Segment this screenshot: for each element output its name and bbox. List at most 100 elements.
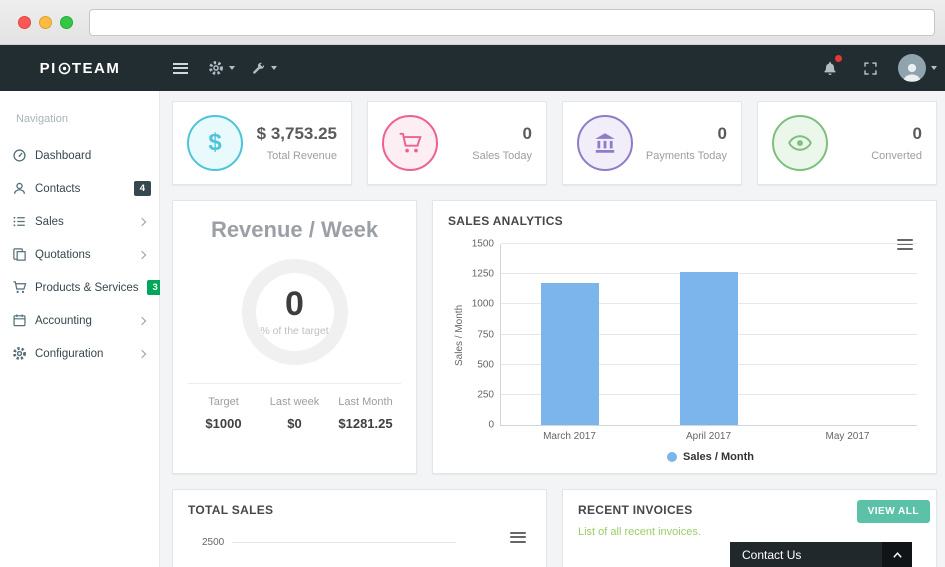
y-tick-label: 250 <box>477 389 494 401</box>
y-axis-label: Sales / Month <box>454 304 465 366</box>
window-minimize-button[interactable] <box>39 15 52 29</box>
revenue-stats: Target $1000 Last week $0 Last Month $12… <box>188 383 401 431</box>
view-all-button[interactable]: VIEW ALL <box>856 500 930 523</box>
gridline <box>501 243 917 244</box>
sales-chart-plot: 0 250 500 750 1000 1250 1500 <box>472 239 917 431</box>
stat-value: 0 <box>912 124 922 143</box>
url-bar[interactable] <box>89 8 935 36</box>
chevron-right-icon <box>137 349 147 358</box>
bar-march-2017 <box>541 282 600 425</box>
y-tick-label: 1250 <box>471 268 494 280</box>
chevron-right-icon <box>137 250 147 259</box>
brand-target-icon <box>58 62 71 74</box>
gear-icon <box>209 61 223 75</box>
y-tick-label: 500 <box>477 359 494 371</box>
person-icon <box>13 182 26 194</box>
window-close-button[interactable] <box>18 15 31 29</box>
sidebar-section-label: Navigation <box>16 113 68 125</box>
stat-label: Total Revenue <box>266 150 337 162</box>
gauge-value: 0 <box>285 285 304 323</box>
total-sales-card: TOTAL SALES 2500 <box>172 489 547 567</box>
sidebar-item-dashboard[interactable]: Dashboard <box>0 139 159 172</box>
revenue-last-week: Last week $0 <box>269 396 320 431</box>
x-tick-label: April 2017 <box>685 431 732 442</box>
chart-legend[interactable]: Sales / Month <box>500 451 921 463</box>
revenue-gauge: 0 % of the target <box>241 259 348 365</box>
revenue-target: Target $1000 <box>205 396 242 431</box>
total-sales-axis: 2500 <box>188 537 531 548</box>
stat-label: Converted <box>871 150 922 162</box>
bank-icon <box>577 115 633 171</box>
fullscreen-button[interactable] <box>850 45 890 91</box>
stat-label: Sales Today <box>472 150 532 162</box>
cart-icon <box>382 115 438 171</box>
sidebar-toggle-button[interactable] <box>160 45 200 91</box>
sidebar-item-accounting[interactable]: Accounting <box>0 304 159 337</box>
stat-card-total-revenue: $ $ 3,753.25 Total Revenue <box>172 101 352 185</box>
calendar-icon <box>13 314 26 327</box>
user-avatar-icon <box>898 54 926 82</box>
stat-cards-row: $ $ 3,753.25 Total Revenue 0 Sales Today… <box>172 101 937 185</box>
chevron-down-icon <box>229 66 235 70</box>
x-tick-label: May 2017 <box>825 431 870 442</box>
window-zoom-button[interactable] <box>60 15 73 29</box>
brand-logo[interactable]: PI TEAM <box>0 45 160 91</box>
contact-us-bar[interactable]: Contact Us <box>730 542 912 567</box>
main-content: $ $ 3,753.25 Total Revenue 0 Sales Today… <box>160 91 945 567</box>
list-icon <box>13 216 25 227</box>
y-tick-label: 1000 <box>471 298 494 310</box>
revenue-last-month: Last Month $1281.25 <box>338 396 393 431</box>
brand-suffix: TEAM <box>71 59 121 77</box>
contact-us-label: Contact Us <box>742 547 802 562</box>
expand-icon <box>863 61 877 75</box>
sidebar-item-configuration[interactable]: Configuration <box>0 337 159 370</box>
sales-analytics-title: SALES ANALYTICS <box>448 214 563 228</box>
y-tick-label: 1500 <box>471 238 494 250</box>
total-sales-title: TOTAL SALES <box>188 503 274 517</box>
sidebar-item-products-services[interactable]: Products & Services 3 <box>0 271 164 304</box>
sales-chart-xaxis: March 2017 April 2017 May 2017 <box>500 431 917 442</box>
notification-badge <box>834 54 843 63</box>
gauge-caption: % of the target <box>260 325 329 337</box>
sidebar-item-contacts[interactable]: Contacts 4 <box>0 172 159 205</box>
chart-menu-icon[interactable] <box>507 528 529 546</box>
middle-row: Revenue / Week 0 % of the target Target … <box>172 200 937 474</box>
hamburger-icon <box>172 60 188 76</box>
contacts-badge: 4 <box>133 181 151 196</box>
copy-icon <box>13 248 26 261</box>
chevron-down-icon <box>271 66 277 70</box>
sidebar: Navigation Dashboard Contacts 4 Sales Qu… <box>0 91 164 567</box>
stat-label: Payments Today <box>645 150 727 162</box>
y-tick-label: 0 <box>488 419 494 431</box>
chevron-right-icon <box>137 316 147 325</box>
recent-invoices-subtitle: List of all recent invoices. <box>578 526 701 538</box>
sidebar-item-quotations[interactable]: Quotations <box>0 238 159 271</box>
cart-icon <box>13 281 27 294</box>
gear-icon <box>13 347 26 360</box>
user-menu-button[interactable] <box>890 45 945 91</box>
wrench-icon <box>253 62 265 74</box>
revenue-week-title: Revenue / Week <box>210 217 379 242</box>
stat-value: $ 3,753.25 <box>256 124 337 143</box>
legend-label: Sales / Month <box>683 451 754 463</box>
stat-card-payments-today: 0 Payments Today <box>562 101 742 185</box>
tools-dropdown-button[interactable] <box>243 45 285 91</box>
brand-prefix: PI <box>39 59 57 77</box>
chevron-right-icon <box>137 217 147 226</box>
revenue-week-card: Revenue / Week 0 % of the target Target … <box>172 200 417 474</box>
legend-marker <box>667 452 678 462</box>
stat-card-converted: 0 Converted <box>757 101 937 185</box>
stat-card-sales-today: 0 Sales Today <box>367 101 547 185</box>
window-controls <box>18 15 73 29</box>
sales-analytics-card: SALES ANALYTICS Sales / Month 0 250 500 750… <box>432 200 937 474</box>
dollar-icon: $ <box>187 115 243 171</box>
notifications-button[interactable] <box>810 45 850 91</box>
chevron-up-icon[interactable] <box>882 542 912 567</box>
gridline <box>232 542 456 543</box>
x-tick-label: March 2017 <box>543 431 596 442</box>
sidebar-item-sales[interactable]: Sales <box>0 205 159 238</box>
settings-dropdown-button[interactable] <box>200 45 243 91</box>
dashboard-icon <box>13 149 26 162</box>
sales-chart: Sales / Month 0 250 500 750 1000 1250 1500 Mar… <box>448 239 921 463</box>
stat-value: 0 <box>522 124 532 143</box>
